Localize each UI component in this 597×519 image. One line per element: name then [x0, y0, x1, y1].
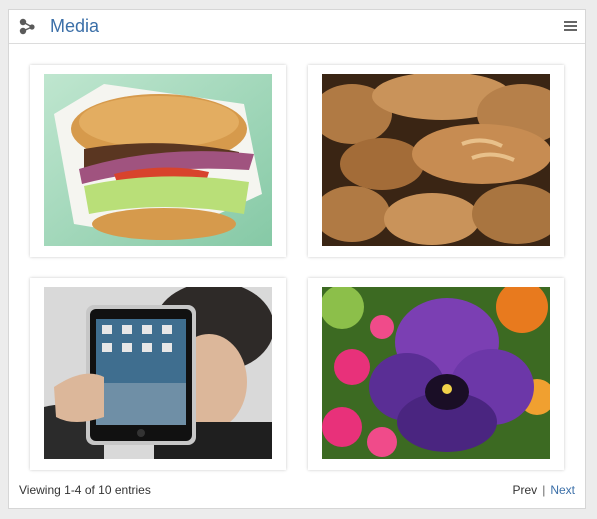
- widget-footer: Viewing 1-4 of 10 entries Prev | Next: [9, 480, 585, 502]
- next-link[interactable]: Next: [550, 483, 575, 497]
- tablet-image: [44, 287, 272, 459]
- media-item-burger[interactable]: [30, 65, 286, 257]
- widget-header: Media: [9, 10, 585, 44]
- media-item-tablet[interactable]: [30, 278, 286, 470]
- pager: Prev | Next: [513, 483, 576, 497]
- prev-link[interactable]: Prev: [513, 483, 538, 497]
- media-item-flower[interactable]: [308, 278, 564, 470]
- share-icon: [19, 18, 35, 35]
- entries-info: Viewing 1-4 of 10 entries: [19, 483, 151, 497]
- flower-image: [322, 287, 550, 459]
- media-item-bread[interactable]: [308, 65, 564, 257]
- burger-image: [44, 74, 272, 246]
- pager-separator: |: [542, 483, 546, 497]
- bread-image: [322, 74, 550, 246]
- widget-title: Media: [50, 16, 100, 36]
- media-widget: Media Viewing 1-4 of 10 entries Prev | N…: [8, 9, 586, 509]
- menu-icon[interactable]: [564, 21, 577, 32]
